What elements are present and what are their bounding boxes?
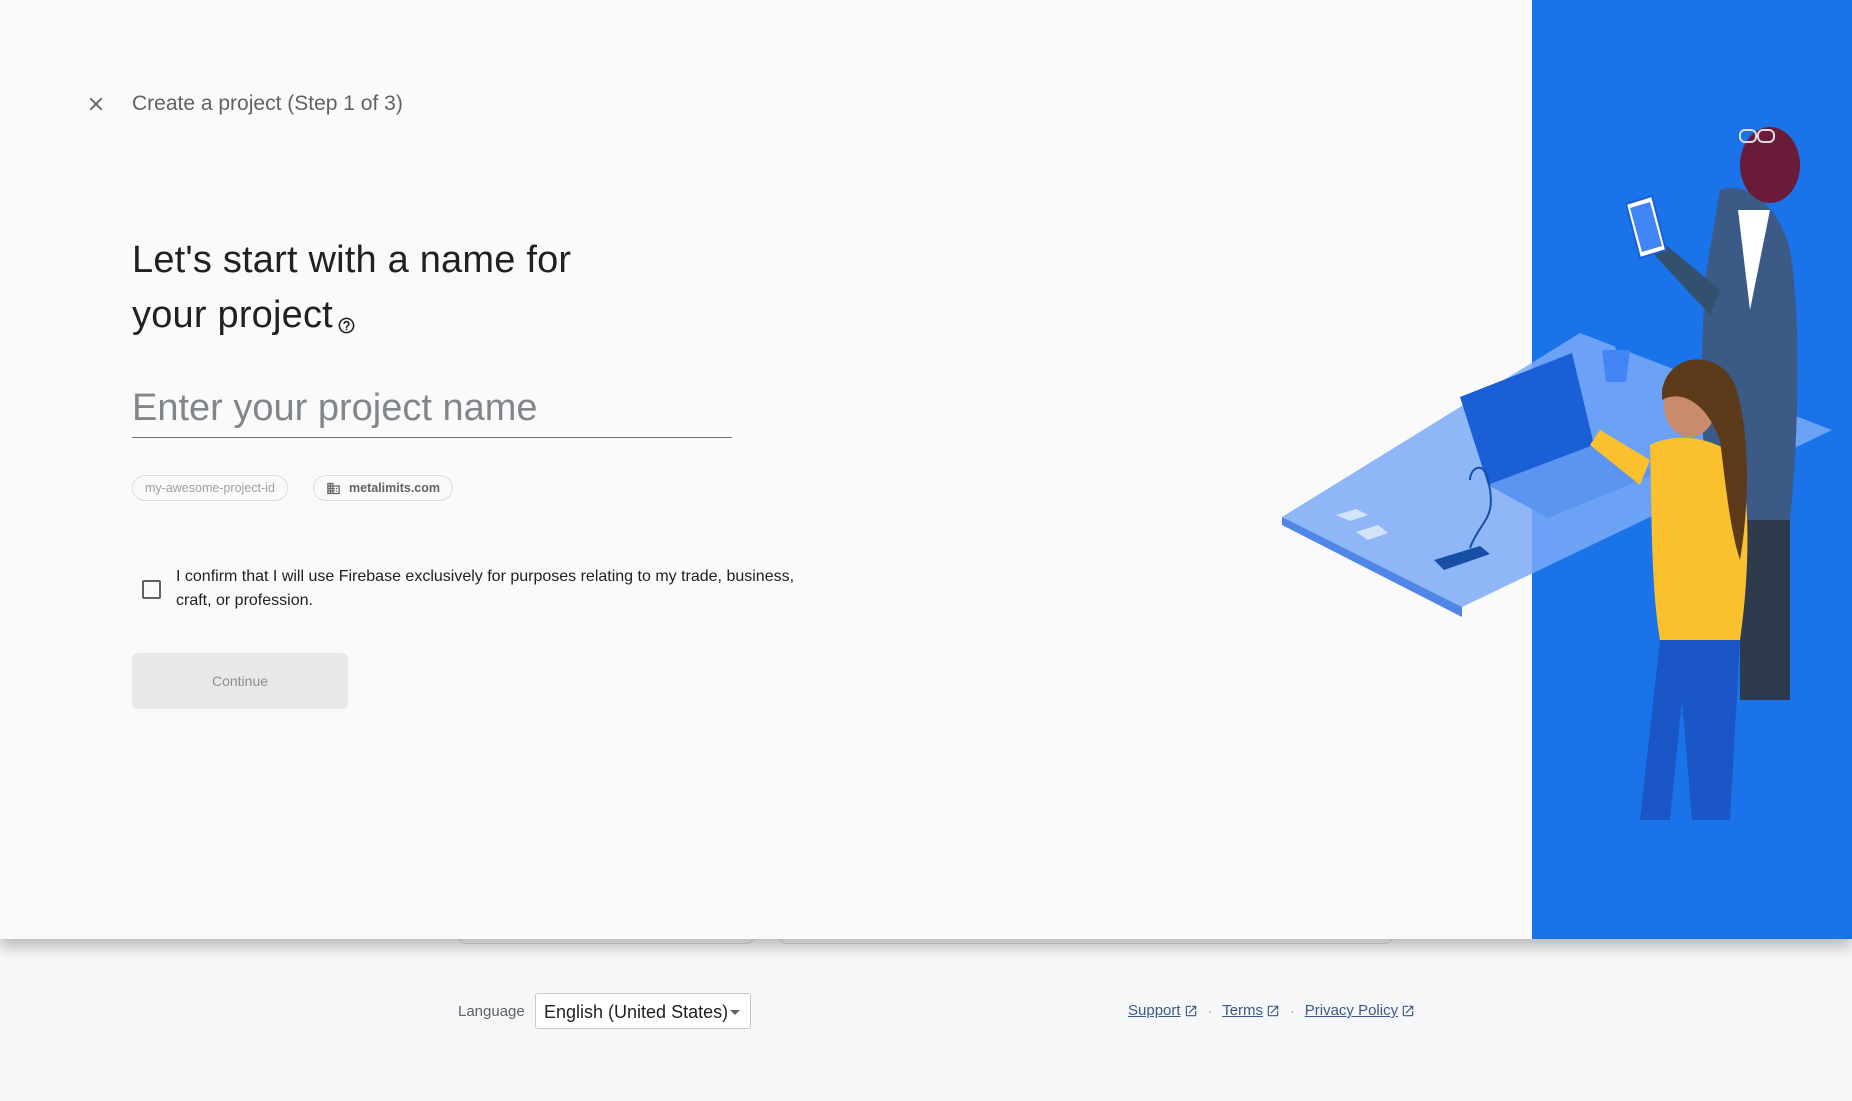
- caret-down-icon: [730, 1010, 740, 1015]
- language-select[interactable]: English (United States): [535, 993, 751, 1029]
- project-id-chip[interactable]: my-awesome-project-id: [132, 475, 288, 501]
- close-button[interactable]: [82, 90, 110, 118]
- page-title: Let's start with a name for your project: [132, 233, 692, 351]
- language-label: Language: [458, 1003, 525, 1020]
- language-select-value: English (United States): [544, 1002, 729, 1022]
- confirm-label: I confirm that I will use Firebase exclu…: [176, 568, 795, 609]
- open-in-new-icon: [1267, 1005, 1279, 1016]
- terms-link-label: Terms: [1222, 1002, 1264, 1019]
- privacy-policy-link-label: Privacy Policy: [1304, 1002, 1399, 1019]
- page-footer: Language English (United States) Support…: [0, 990, 1852, 1032]
- continue-button[interactable]: Continue: [132, 653, 348, 709]
- help-circle-icon[interactable]: [337, 296, 356, 351]
- project-name-input[interactable]: [132, 386, 732, 438]
- open-in-new-icon: [1185, 1005, 1196, 1016]
- footer-links: Support · Terms · Privacy Policy: [1128, 1002, 1415, 1019]
- heading-line-1: Let's start with a name for: [132, 239, 572, 281]
- open-in-new-icon: [1402, 1005, 1414, 1016]
- support-link-label: Support: [1128, 1002, 1181, 1019]
- people-at-desk-illustration: [1282, 127, 1832, 820]
- heading-line-2: your project: [132, 294, 333, 336]
- close-icon: [89, 97, 103, 111]
- link-separator: ·: [1207, 1002, 1213, 1019]
- organization-label: metalimits.com: [349, 481, 441, 495]
- building-icon: [327, 482, 340, 494]
- step-title: Create a project (Step 1 of 3): [132, 92, 403, 115]
- link-separator: ·: [1290, 1002, 1295, 1019]
- project-id-label: my-awesome-project-id: [145, 481, 275, 495]
- confirm-checkbox[interactable]: [142, 580, 161, 599]
- organization-chip[interactable]: metalimits.com: [313, 475, 454, 501]
- terms-link[interactable]: Terms: [1222, 1002, 1280, 1019]
- create-project-dialog: Create a project (Step 1 of 3) Let's sta…: [0, 0, 1852, 939]
- support-link[interactable]: Support: [1128, 1002, 1198, 1019]
- privacy-policy-link[interactable]: Privacy Policy: [1305, 1002, 1415, 1019]
